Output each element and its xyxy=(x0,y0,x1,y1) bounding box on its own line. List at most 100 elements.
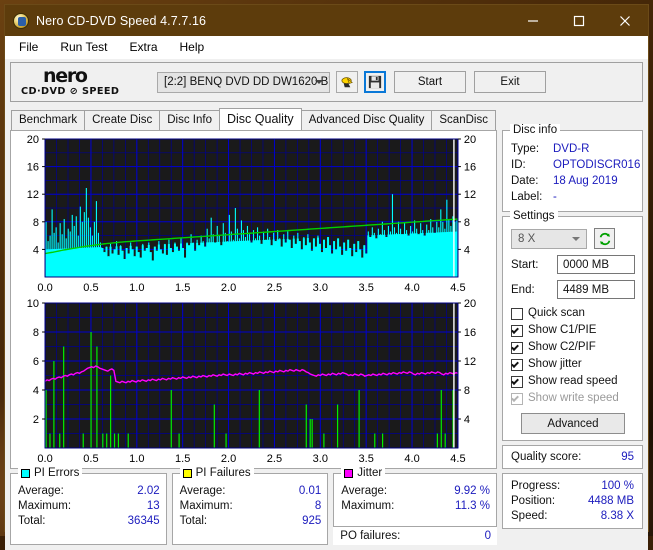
speed-label: Speed: xyxy=(511,510,548,522)
speed-select-value: 8 X xyxy=(518,232,536,245)
menu-item-run-test[interactable]: Run Test xyxy=(56,38,117,56)
menu-item-help[interactable]: Help xyxy=(176,38,215,56)
maximize-button[interactable] xyxy=(556,5,602,36)
svg-text:3.5: 3.5 xyxy=(359,282,374,294)
svg-text:1.0: 1.0 xyxy=(129,453,144,465)
checkbox-label: Quick scan xyxy=(528,307,585,319)
speed-value: 8.38 X xyxy=(600,510,634,522)
svg-text:4.0: 4.0 xyxy=(404,282,419,294)
checkbox-label: Show C2/PIF xyxy=(528,341,596,353)
checkbox-box xyxy=(511,324,523,337)
exit-button[interactable]: Exit xyxy=(474,71,546,93)
svg-text:16: 16 xyxy=(464,162,476,174)
menu-item-extra[interactable]: Extra xyxy=(125,38,167,56)
save-results-button[interactable] xyxy=(364,71,386,93)
checkbox-quick-scan[interactable]: Quick scan xyxy=(511,305,635,322)
speed-select[interactable]: 8 X xyxy=(511,228,587,249)
start-mb-label: Start: xyxy=(511,258,539,271)
tab-benchmark[interactable]: Benchmark xyxy=(11,110,86,130)
progress-label: Progress: xyxy=(511,480,561,492)
jitter-stats: Jitter Average: 9.92 % Maximum: 11.3 % P… xyxy=(333,467,497,545)
end-mb-input[interactable]: 4489 MB xyxy=(557,280,635,299)
checkbox-show-read-speed[interactable]: Show read speed xyxy=(511,373,635,390)
menu-item-file[interactable]: File xyxy=(15,38,48,56)
chevron-down-icon xyxy=(572,236,580,241)
settings-title: Settings xyxy=(510,210,558,222)
tab-disc-quality[interactable]: Disc Quality xyxy=(219,108,302,130)
svg-text:20: 20 xyxy=(27,134,39,146)
eject-disc-button[interactable] xyxy=(336,71,358,93)
svg-text:4.0: 4.0 xyxy=(404,453,419,465)
refresh-speed-button[interactable] xyxy=(594,228,615,249)
pi-failures-stats: PI Failures Average: 0.01 Maximum: 8 Tot… xyxy=(171,467,329,545)
pi-failures-jitter-chart: 2 4 6 8 10 4 8 12 16 20 0.0 0.5 1.0 1.5 2.0 2.5 3.0 3.5 4.… xyxy=(11,297,496,468)
quality-score-value: 95 xyxy=(621,451,634,463)
svg-text:2.5: 2.5 xyxy=(267,453,282,465)
end-mb-label: End: xyxy=(511,283,535,296)
pi-failures-title-label: PI Failures xyxy=(195,467,251,479)
side-panel: Disc info Type: DVD-R ID: OPTODISCR016 D… xyxy=(502,124,643,545)
disc-type-row: Type: DVD-R xyxy=(511,141,635,157)
checkbox-label: Show write speed xyxy=(528,392,619,404)
svg-text:3.0: 3.0 xyxy=(313,453,328,465)
pi-errors-total-label: Total: xyxy=(18,515,46,527)
jitter-maximum-value: 11.3 % xyxy=(455,500,490,512)
logo-line-cd-dvd-speed: CD·DVD ⊘ SPEED xyxy=(21,86,120,98)
svg-text:2.0: 2.0 xyxy=(221,282,236,294)
pi-failures-average-label: Average: xyxy=(179,485,226,497)
end-mb-row: End: 4489 MB xyxy=(511,280,635,299)
svg-text:4: 4 xyxy=(33,244,39,256)
disc-type-value: DVD-R xyxy=(553,143,590,155)
quality-score-label: Quality score: xyxy=(511,451,582,463)
progress-row: Progress: 100 % xyxy=(511,479,634,494)
svg-text:1.5: 1.5 xyxy=(175,282,190,294)
minimize-button[interactable] xyxy=(510,5,556,36)
advanced-button[interactable]: Advanced xyxy=(521,413,625,434)
pi-failures-title: PI Failures xyxy=(179,467,254,479)
svg-text:12: 12 xyxy=(464,189,476,201)
checkbox-show-c1-pie[interactable]: Show C1/PIE xyxy=(511,322,635,339)
tab-create-disc[interactable]: Create Disc xyxy=(84,110,161,130)
drive-select-value: [2:2] BENQ DVD DD DW1620 B7W9 xyxy=(164,76,329,88)
close-button[interactable] xyxy=(602,5,648,36)
svg-text:4: 4 xyxy=(464,414,470,426)
pi-errors-average-label: Average: xyxy=(18,485,64,497)
disc-info-group: Disc info Type: DVD-R ID: OPTODISCR016 D… xyxy=(502,124,643,212)
pi-errors-total-row: Total: 36345 xyxy=(18,514,160,529)
svg-text:1.0: 1.0 xyxy=(129,282,144,294)
svg-text:10: 10 xyxy=(27,298,39,310)
svg-text:0.5: 0.5 xyxy=(83,282,98,294)
checkbox-show-c2-pif[interactable]: Show C2/PIF xyxy=(511,339,635,356)
position-label: Position: xyxy=(511,495,556,507)
checkbox-box xyxy=(511,307,523,320)
disc-date-row: Date: 18 Aug 2019 xyxy=(511,173,635,189)
po-failures-label: PO failures: xyxy=(340,530,401,542)
svg-text:0.0: 0.0 xyxy=(37,453,52,465)
disc-date-label: Date: xyxy=(511,175,539,187)
pi-failures-maximum-value: 8 xyxy=(314,500,322,512)
start-button[interactable]: Start xyxy=(394,71,466,93)
svg-text:3.0: 3.0 xyxy=(313,282,328,294)
drive-select[interactable]: [2:2] BENQ DVD DD DW1620 B7W9 xyxy=(157,71,330,93)
quality-score-panel: Quality score: 95 xyxy=(502,445,643,469)
svg-text:8: 8 xyxy=(33,217,39,229)
svg-text:8: 8 xyxy=(33,327,39,339)
jitter-average-value: 9.92 % xyxy=(454,485,490,497)
position-value: 4488 MB xyxy=(587,495,634,507)
tab-scandisc[interactable]: ScanDisc xyxy=(431,110,496,130)
tab-advanced-disc-quality[interactable]: Advanced Disc Quality xyxy=(300,110,433,130)
svg-text:8: 8 xyxy=(464,385,470,397)
pi-errors-color-swatch xyxy=(21,468,30,478)
pi-failures-color-swatch xyxy=(182,468,192,478)
checkbox-show-jitter[interactable]: Show jitter xyxy=(511,356,635,373)
jitter-maximum-row: Maximum: 11.3 % xyxy=(341,499,490,514)
checkbox-label: Show C1/PIE xyxy=(528,324,597,336)
pi-errors-chart: 4 8 12 16 20 4 8 12 16 20 0.0 0.5 1.0 1.5 2.0 2.5 3.0 3.5… xyxy=(11,133,496,297)
tab-disc-info[interactable]: Disc Info xyxy=(159,110,220,130)
svg-text:3.5: 3.5 xyxy=(359,453,374,465)
start-mb-input[interactable]: 0000 MB xyxy=(557,255,635,274)
nero-cd-dvd-speed-logo: nero CD·DVD ⊘ SPEED xyxy=(21,67,151,97)
disc-label-row: Label: - xyxy=(511,189,635,205)
pi-errors-maximum-row: Maximum: 13 xyxy=(18,499,160,514)
settings-group: Settings 8 X Start: 0000 MB End: 4489 MB… xyxy=(502,210,643,441)
